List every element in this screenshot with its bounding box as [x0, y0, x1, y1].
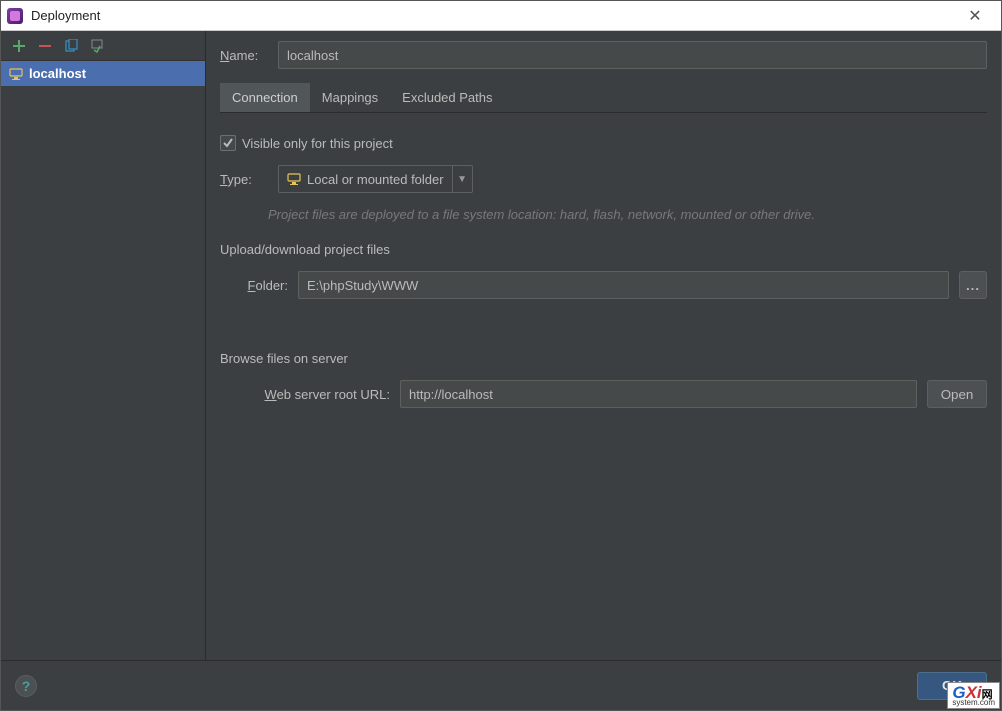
sidebar: localhost [1, 31, 206, 660]
browse-folder-button[interactable]: ... [959, 271, 987, 299]
tab-connection-body: Visible only for this project Type: Loca… [220, 123, 987, 408]
tab-connection[interactable]: Connection [220, 83, 310, 112]
title-bar: Deployment ✕ [1, 1, 1001, 31]
app-icon [7, 8, 23, 24]
dialog-footer: ? OK [1, 660, 1001, 710]
content-panel: Name: Connection Mappings Excluded Paths… [206, 31, 1001, 660]
type-label: Type: [220, 172, 268, 187]
url-label: Web server root URL: [240, 387, 390, 402]
copy-icon[interactable] [63, 38, 79, 54]
close-icon[interactable]: ✕ [955, 6, 995, 26]
sidebar-item-label: localhost [29, 66, 86, 81]
sidebar-toolbar [1, 31, 205, 61]
chevron-down-icon: ▼ [452, 166, 472, 192]
open-button[interactable]: Open [927, 380, 987, 408]
type-dropdown[interactable]: Local or mounted folder ▼ [278, 165, 473, 193]
folder-label: Folder: [240, 278, 288, 293]
name-label: Name: [220, 48, 268, 63]
mark-default-icon[interactable] [89, 38, 105, 54]
server-icon [287, 173, 301, 185]
tabs: Connection Mappings Excluded Paths [220, 83, 987, 113]
sidebar-list: localhost [1, 61, 205, 660]
help-icon[interactable]: ? [15, 675, 37, 697]
tab-excluded-paths[interactable]: Excluded Paths [390, 83, 504, 112]
server-icon [9, 68, 23, 80]
name-input[interactable] [278, 41, 987, 69]
visible-only-checkbox[interactable] [220, 135, 236, 151]
watermark: GXi网 system.com [947, 682, 1000, 709]
browse-section-title: Browse files on server [220, 351, 987, 366]
type-hint: Project files are deployed to a file sys… [220, 207, 987, 222]
type-value: Local or mounted folder [307, 172, 444, 187]
folder-input[interactable] [298, 271, 949, 299]
window-title: Deployment [31, 8, 955, 23]
visible-only-label: Visible only for this project [242, 136, 393, 151]
remove-icon[interactable] [37, 38, 53, 54]
upload-section-title: Upload/download project files [220, 242, 987, 257]
tab-mappings[interactable]: Mappings [310, 83, 390, 112]
url-input[interactable] [400, 380, 917, 408]
add-icon[interactable] [11, 38, 27, 54]
sidebar-item-localhost[interactable]: localhost [1, 61, 205, 86]
